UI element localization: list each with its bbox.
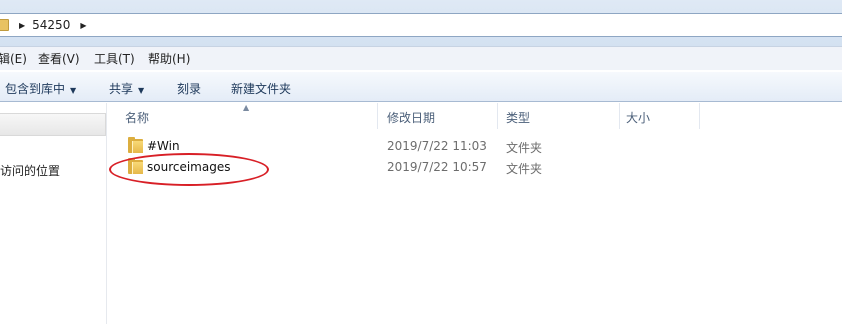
- breadcrumb-current[interactable]: 54250: [32, 18, 70, 32]
- breadcrumb-arrow-icon[interactable]: ▶: [19, 21, 25, 30]
- new-folder-button[interactable]: 新建文件夹: [231, 80, 291, 97]
- nav-item-recent-places[interactable]: 访问的位置: [0, 162, 60, 179]
- navigation-pane: 访问的位置: [0, 103, 107, 324]
- file-name: #Win: [147, 139, 180, 153]
- menu-tools[interactable]: 工具(T): [94, 50, 135, 67]
- column-type[interactable]: 类型: [498, 103, 620, 129]
- include-in-library-label: 包含到库中: [5, 82, 66, 96]
- dropdown-caret-icon: ▼: [138, 86, 145, 95]
- highlight-ellipse: [109, 153, 269, 186]
- include-in-library-button[interactable]: 包含到库中 ▼: [5, 80, 76, 97]
- column-size[interactable]: 大小: [620, 103, 700, 129]
- command-bar: 包含到库中 ▼ 共享 ▼ 刻录 新建文件夹: [0, 71, 842, 102]
- menu-edit[interactable]: 辑(E): [0, 50, 27, 67]
- file-date: 2019/7/22 10:57: [387, 160, 487, 174]
- address-bar[interactable]: ▶ 54250 ▶: [0, 13, 842, 37]
- folder-icon: [0, 19, 9, 31]
- menu-bar: 辑(E) 查看(V) 工具(T) 帮助(H): [0, 46, 842, 70]
- address-bar-area: ▶ 54250 ▶: [0, 0, 842, 46]
- column-date[interactable]: 修改日期: [378, 103, 498, 129]
- menu-help[interactable]: 帮助(H): [148, 50, 190, 67]
- file-date: 2019/7/22 11:03: [387, 139, 487, 153]
- nav-selected-item[interactable]: [0, 113, 106, 136]
- dropdown-caret-icon: ▼: [70, 86, 77, 95]
- file-type: 文件夹: [506, 141, 543, 155]
- sort-caret-icon: ▲: [243, 103, 250, 112]
- share-button[interactable]: 共享 ▼: [109, 80, 144, 97]
- breadcrumb-arrow-icon[interactable]: ▶: [80, 21, 86, 30]
- column-header: 名称 修改日期 类型 大小: [108, 103, 842, 129]
- burn-button[interactable]: 刻录: [177, 80, 201, 97]
- file-type: 文件夹: [506, 162, 543, 176]
- share-label: 共享: [109, 82, 134, 96]
- menu-view[interactable]: 查看(V): [38, 50, 80, 67]
- folder-icon: [128, 137, 143, 153]
